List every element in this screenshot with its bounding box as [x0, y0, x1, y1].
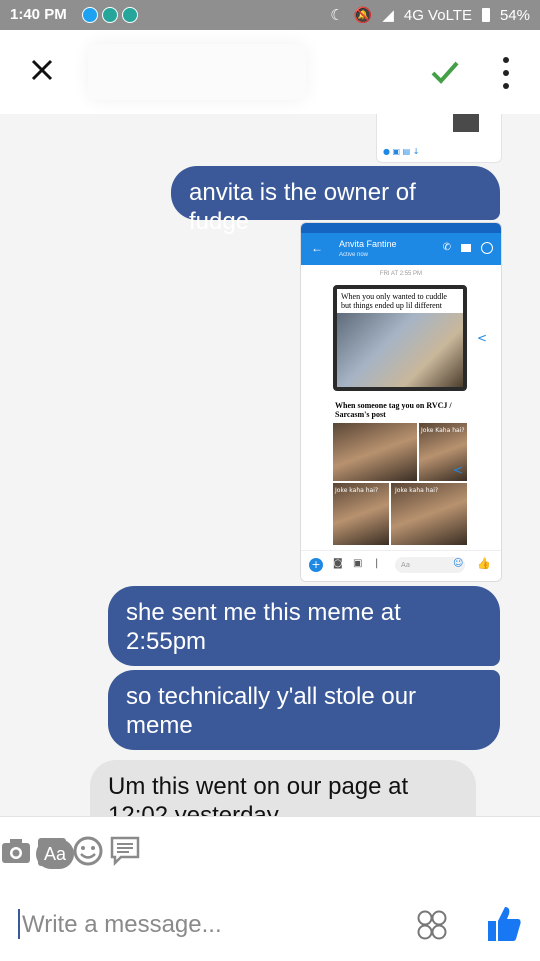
signal-icon: ◢ — [382, 7, 394, 24]
more-vert-icon[interactable] — [502, 57, 510, 89]
message-thread[interactable]: ● ▣ ▤ ↓ anvita is the owner of fudge ← A… — [0, 114, 540, 816]
check-icon[interactable] — [428, 55, 462, 89]
text-format-icon[interactable]: Aa — [36, 839, 74, 869]
title-area — [88, 44, 306, 100]
mic-icon: | — [375, 558, 379, 569]
close-icon[interactable] — [26, 54, 58, 86]
message-input[interactable]: Write a message... — [18, 905, 398, 941]
video-icon — [461, 244, 471, 252]
image-attachment[interactable]: ← Anvita Fantine Active now ✆ FRI AT 2:5… — [300, 222, 502, 582]
meme-caption: When you only wanted to cuddle but thing… — [337, 289, 463, 313]
embedded-header: ← Anvita Fantine Active now ✆ — [301, 233, 501, 265]
app-notification-icon — [102, 7, 118, 23]
emoji-icon[interactable] — [72, 835, 104, 867]
plus-icon: + — [309, 558, 323, 572]
emoji-icon: ☺ — [453, 558, 464, 569]
composer-toolbar: Aa — [0, 835, 540, 875]
meme-panel — [333, 423, 417, 481]
sticker-icon[interactable] — [416, 909, 448, 941]
message-icon[interactable] — [109, 835, 141, 867]
embedded-status-bar — [301, 223, 501, 233]
status-bar: 1:40 PM ☾ 🔕 ◢ 4G VoLTE 54% — [0, 0, 540, 30]
meme-panel: Joke kaha hai? — [333, 483, 389, 545]
back-arrow-icon: ← — [311, 241, 323, 255]
meme-photo — [337, 313, 463, 387]
meme-image: When you only wanted to cuddle but thing… — [333, 285, 467, 391]
message-text: Um this went on our page at 12:02 yester… — [108, 773, 409, 816]
message-text: so technically y'all stole our meme — [126, 683, 417, 739]
message-bubble-incoming[interactable]: Um this went on our page at 12:02 yester… — [90, 760, 476, 816]
message-bubble-outgoing[interactable]: she sent me this meme at 2:55pm — [108, 586, 500, 666]
top-bar — [0, 30, 540, 114]
messenger-notification-icon — [82, 7, 98, 23]
embedded-contact-status: Active now — [339, 252, 369, 258]
camera-icon: ◙ — [333, 558, 343, 569]
network-label: 4G VoLTE — [403, 6, 472, 24]
embedded-date: FRI AT 2:55 PM — [379, 271, 423, 277]
app-notification-icon — [122, 7, 138, 23]
dnd-icon: ☾ — [330, 7, 344, 24]
meme-caption: When someone tag you on RVCJ / Sarcasm's… — [335, 401, 452, 419]
like-icon[interactable] — [486, 905, 522, 943]
embedded-contact-name: Anvita Fantine — [339, 239, 397, 249]
battery-icon — [481, 8, 490, 22]
image-icon: ▣ — [353, 558, 363, 569]
image-attachment[interactable]: ● ▣ ▤ ↓ — [376, 114, 502, 163]
text-caret — [18, 909, 20, 939]
embedded-composer: + ◙ ▣ | Aa ☺ 👍 — [301, 550, 501, 581]
battery-level: 54% — [499, 6, 530, 24]
camera-icon[interactable] — [0, 835, 32, 867]
meme-panel: Joke kaha hai? — [391, 483, 467, 545]
share-icon: < — [477, 331, 488, 345]
status-time: 1:40 PM — [10, 6, 67, 23]
share-icon: < — [453, 463, 464, 477]
message-text: she sent me this meme at 2:55pm — [126, 599, 401, 655]
mini-toolbar-icons: ● ▣ ▤ ↓ — [383, 147, 420, 156]
meme-image: When someone tag you on RVCJ / Sarcasm's… — [333, 399, 467, 547]
info-icon — [481, 242, 493, 254]
mute-icon: 🔕 — [353, 7, 373, 24]
message-bubble-outgoing[interactable]: so technically y'all stole our meme — [108, 670, 500, 750]
phone-icon: ✆ — [442, 242, 451, 253]
composer: Aa Write a message... — [0, 816, 540, 961]
message-input-placeholder: Write a message... — [22, 911, 222, 938]
like-icon: 👍 — [477, 557, 491, 570]
message-bubble-outgoing[interactable]: anvita is the owner of fudge — [171, 166, 500, 235]
